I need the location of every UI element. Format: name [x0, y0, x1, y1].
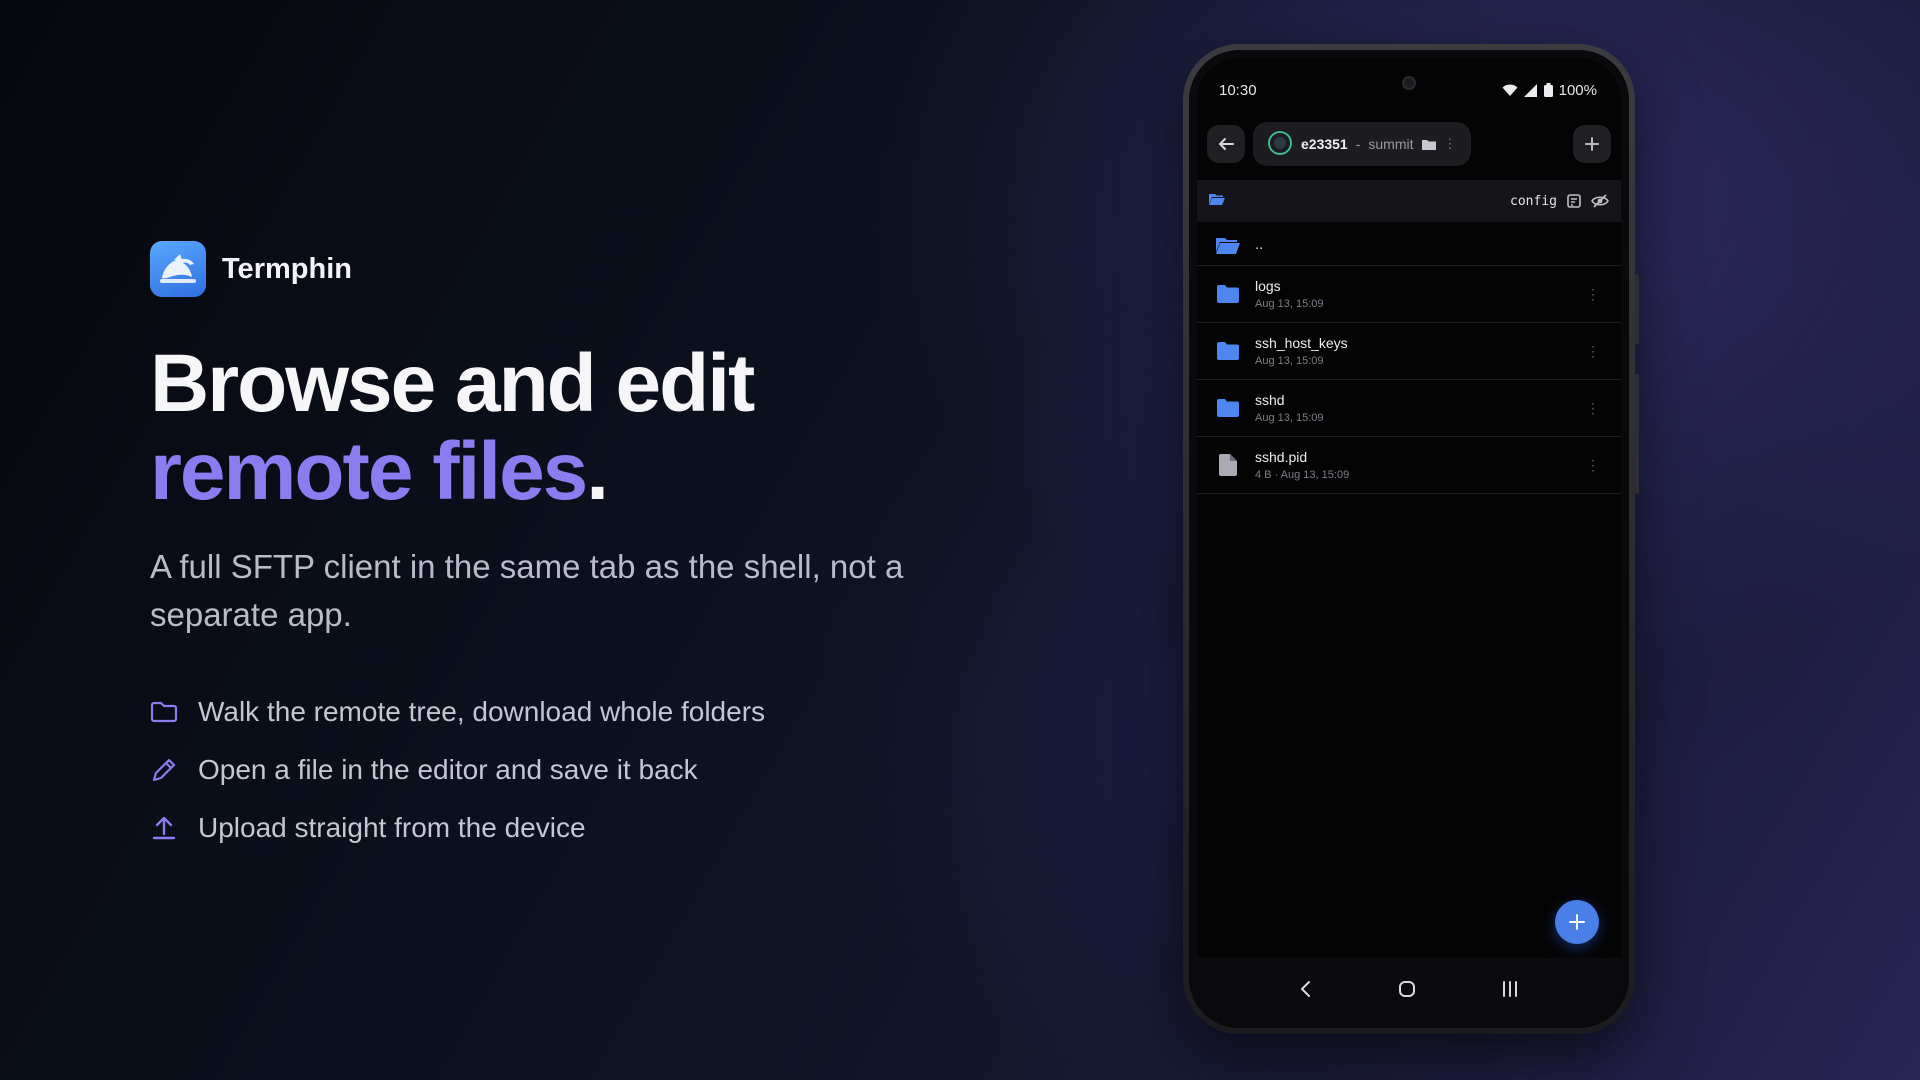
feature-item: Upload straight from the device: [150, 799, 765, 857]
session-toolbar: e23351 - summit ⋮: [1207, 122, 1611, 166]
add-fab-button[interactable]: [1555, 900, 1599, 944]
tab-user: summit: [1368, 136, 1414, 152]
battery-icon: [1543, 83, 1553, 97]
more-vert-icon[interactable]: ⋮: [1444, 136, 1457, 152]
system-nav-bar: [1197, 958, 1621, 1020]
headline-period: .: [586, 426, 610, 517]
back-button[interactable]: [1207, 125, 1245, 163]
dolphin-icon: [150, 241, 206, 297]
status-time: 10:30: [1219, 81, 1257, 99]
host-status-icon: [1267, 130, 1293, 159]
upload-icon: [150, 813, 180, 843]
feature-item: Walk the remote tree, download whole fol…: [150, 683, 765, 741]
headline-line-1: Browse and edit: [150, 338, 755, 429]
headline: Browse and edit remote files.: [150, 338, 755, 532]
folder-icon: [1215, 285, 1241, 303]
file-icon: [1215, 454, 1241, 476]
plus-icon: [1585, 137, 1599, 151]
feature-item: Open a file in the editor and save it ba…: [150, 741, 765, 799]
folder-icon: [1421, 139, 1436, 150]
headline-line-2: remote files: [150, 426, 588, 517]
power-button: [1635, 374, 1639, 494]
file-row[interactable]: ssh_host_keys Aug 13, 15:09 ⋮: [1197, 323, 1621, 380]
eye-off-icon[interactable]: [1591, 194, 1609, 208]
path-bar: config: [1197, 180, 1621, 222]
volume-button: [1635, 274, 1639, 344]
nav-home-icon[interactable]: [1398, 980, 1416, 998]
new-tab-button[interactable]: [1573, 125, 1611, 163]
nav-recents-icon[interactable]: [1501, 981, 1519, 997]
feature-list: Walk the remote tree, download whole fol…: [150, 683, 765, 857]
file-meta: 4 B · Aug 13, 15:09: [1255, 469, 1350, 481]
tab-separator: -: [1355, 136, 1361, 152]
current-path[interactable]: config: [1510, 194, 1557, 209]
folder-open-icon: [1215, 236, 1241, 254]
more-vert-icon[interactable]: ⋮: [1583, 343, 1603, 360]
nav-back-icon[interactable]: [1299, 980, 1313, 998]
more-vert-icon[interactable]: ⋮: [1583, 286, 1603, 303]
file-list: .. logs Aug 13, 15:09 ⋮ ssh_host_keys Au…: [1197, 224, 1621, 494]
brand: Termphin: [150, 241, 352, 297]
more-vert-icon[interactable]: ⋮: [1583, 457, 1603, 474]
pencil-icon: [150, 755, 180, 785]
sort-icon[interactable]: [1567, 194, 1581, 208]
status-icons: 100%: [1502, 82, 1597, 99]
folder-icon: [1215, 399, 1241, 417]
file-name: ssh_host_keys: [1255, 335, 1348, 351]
camera: [1402, 76, 1416, 90]
file-row[interactable]: sshd.pid 4 B · Aug 13, 15:09 ⋮: [1197, 437, 1621, 494]
more-vert-icon[interactable]: ⋮: [1583, 400, 1603, 417]
feature-text: Walk the remote tree, download whole fol…: [198, 696, 766, 727]
wifi-icon: [1502, 84, 1518, 96]
subtitle: A full SFTP client in the same tab as th…: [150, 548, 904, 633]
folder-icon: [1215, 342, 1241, 360]
battery-level: 100%: [1558, 81, 1597, 99]
file-name: sshd: [1255, 392, 1285, 408]
file-name: logs: [1255, 278, 1281, 294]
arrow-left-icon: [1219, 138, 1234, 150]
feature-text: Open a file in the editor and save it ba…: [198, 754, 698, 785]
phone-screen: 10:30 100% e23351 - summit ⋮ config .. l…: [1197, 58, 1621, 1020]
session-tab[interactable]: e23351 - summit ⋮: [1253, 122, 1471, 166]
file-row[interactable]: logs Aug 13, 15:09 ⋮: [1197, 266, 1621, 323]
folder-open-icon[interactable]: [1209, 192, 1225, 210]
file-meta: Aug 13, 15:09: [1255, 355, 1324, 367]
phone-frame: 10:30 100% e23351 - summit ⋮ config .. l…: [1183, 44, 1639, 1034]
file-row[interactable]: sshd Aug 13, 15:09 ⋮: [1197, 380, 1621, 437]
folder-icon: [150, 697, 180, 727]
parent-directory-label: ..: [1255, 236, 1264, 253]
plus-icon: [1569, 914, 1585, 930]
brand-name: Termphin: [222, 252, 352, 285]
file-name: sshd.pid: [1255, 449, 1308, 465]
parent-directory-row[interactable]: ..: [1197, 224, 1621, 266]
tab-host: e23351: [1301, 136, 1348, 152]
file-meta: Aug 13, 15:09: [1255, 298, 1324, 310]
signal-icon: [1523, 83, 1537, 97]
file-meta: Aug 13, 15:09: [1255, 412, 1324, 424]
feature-text: Upload straight from the device: [198, 812, 586, 843]
